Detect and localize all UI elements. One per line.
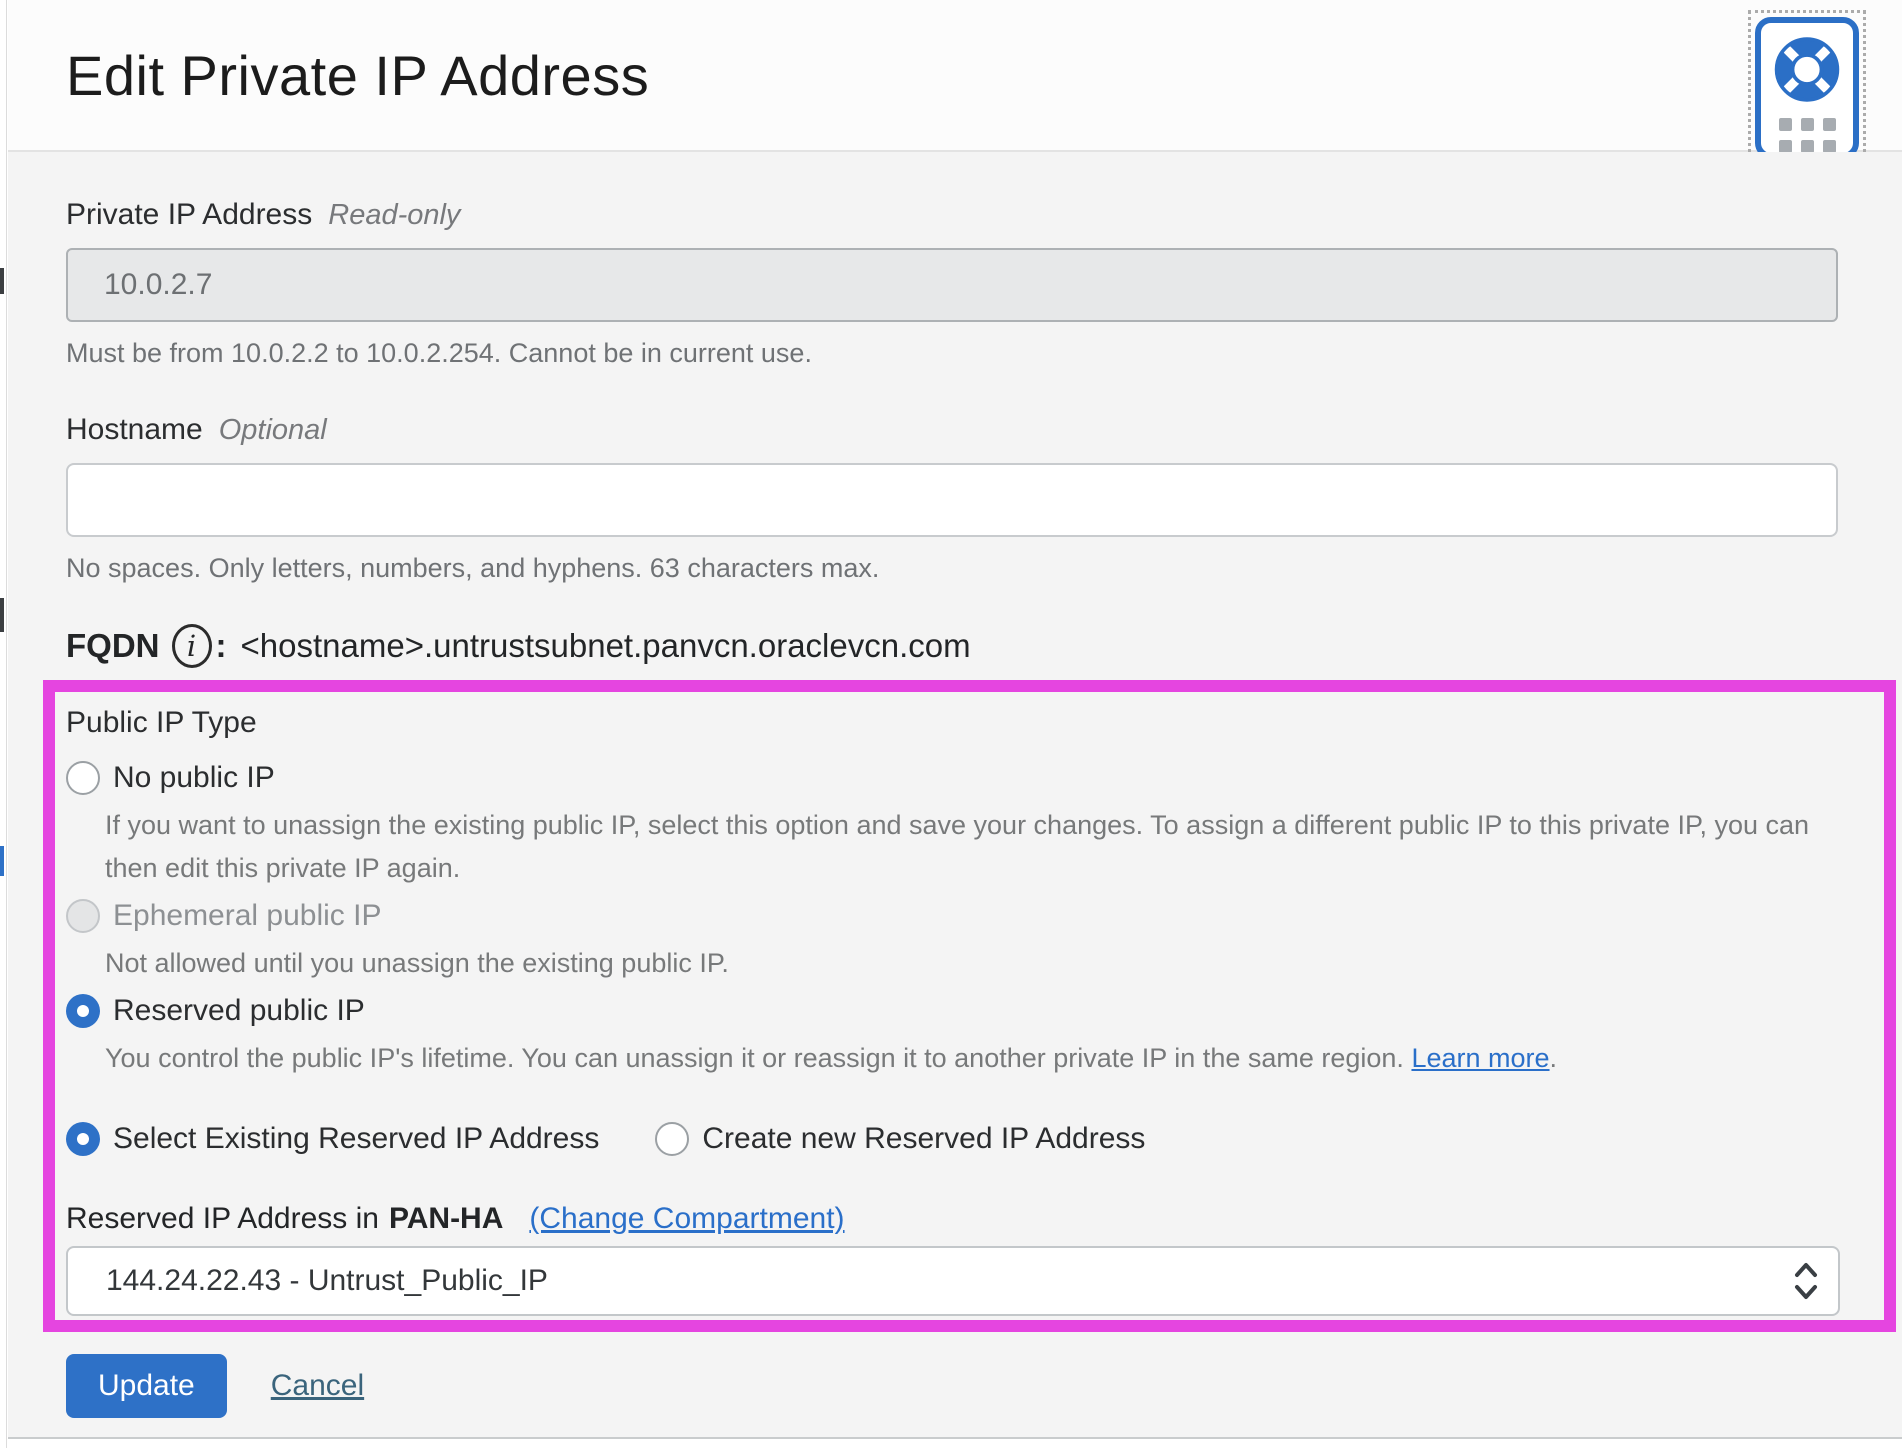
hostname-input[interactable] [66, 463, 1838, 537]
actions-row: Update Cancel [66, 1354, 1838, 1418]
option-label: Ephemeral public IP [113, 899, 381, 933]
reserved-mode-row: Select Existing Reserved IP Address Crea… [66, 1120, 1840, 1158]
radio-ephemeral-public-ip [66, 899, 100, 933]
drag-handle-grid-icon [1779, 118, 1836, 153]
hostname-helper: No spaces. Only letters, numbers, and hy… [66, 553, 1838, 584]
option-label: No public IP [113, 761, 275, 795]
reserved-ip-select[interactable]: 144.24.22.43 - Untrust_Public_IP [66, 1246, 1840, 1316]
private-ip-label-row: Private IP Address Read-only [66, 198, 1838, 234]
radio-no-public-ip[interactable] [66, 761, 100, 795]
fqdn-colon: : [216, 627, 227, 665]
option-create-new: Create new Reserved IP Address [655, 1122, 1145, 1156]
update-button[interactable]: Update [66, 1354, 227, 1418]
hostname-optional-tag: Optional [219, 414, 327, 447]
fqdn-value: <hostname>.untrustsubnet.panvcn.oraclevc… [241, 627, 971, 665]
compartment-name: PAN-HA [389, 1202, 503, 1236]
select-chevrons-icon [1792, 1258, 1820, 1304]
form-body: Private IP Address Read-only Must be fro… [8, 152, 1902, 1437]
reserved-ip-selected-option: 144.24.22.43 - Untrust_Public_IP [106, 1264, 548, 1298]
page-edge-artifact [0, 846, 4, 876]
private-ip-label: Private IP Address [66, 198, 312, 232]
option-label: Create new Reserved IP Address [702, 1122, 1145, 1156]
radio-reserved-public-ip[interactable] [66, 994, 100, 1028]
hostname-label-row: Hostname Optional [66, 413, 1838, 449]
public-ip-highlight-box: Public IP Type No public IP If you want … [43, 680, 1896, 1332]
page-edge-artifact [0, 598, 4, 632]
option-no-public-ip: No public IP [66, 760, 1840, 796]
help-widget[interactable] [1748, 10, 1866, 166]
hostname-label: Hostname [66, 413, 203, 447]
option-reserved-public-ip: Reserved public IP [66, 993, 1840, 1029]
radio-select-existing-reserved-ip[interactable] [66, 1122, 100, 1156]
footer-divider [8, 1437, 1902, 1439]
private-ip-helper: Must be from 10.0.2.2 to 10.0.2.254. Can… [66, 338, 1838, 369]
private-ip-input [66, 248, 1838, 322]
reserved-ip-label: Reserved IP Address in [66, 1202, 379, 1236]
radio-create-new-reserved-ip[interactable] [655, 1122, 689, 1156]
info-icon[interactable]: i [172, 624, 212, 668]
reserved-ip-label-row: Reserved IP Address in PAN-HA (Change Co… [66, 1202, 1840, 1238]
learn-more-link[interactable]: Learn more [1411, 1043, 1549, 1073]
option-select-existing: Select Existing Reserved IP Address [66, 1122, 599, 1156]
page-title: Edit Private IP Address [66, 43, 649, 108]
life-ring-icon [1770, 33, 1844, 106]
edit-private-ip-panel: Edit Private IP Address Private IP Addre… [8, 0, 1902, 1448]
fqdn-row: FQDN i : <hostname>.untrustsubnet.panvcn… [66, 624, 1838, 668]
fqdn-label: FQDN [66, 627, 160, 665]
panel-header: Edit Private IP Address [8, 0, 1902, 152]
option-label: Reserved public IP [113, 994, 365, 1028]
option-description-period: . [1550, 1043, 1558, 1073]
option-description: If you want to unassign the existing pub… [105, 804, 1840, 890]
public-ip-type-label: Public IP Type [66, 706, 1840, 740]
background-page-sliver [0, 0, 7, 1448]
option-description: You control the public IP's lifetime. Yo… [105, 1037, 1840, 1080]
help-card [1755, 17, 1859, 159]
option-description-text: You control the public IP's lifetime. Yo… [105, 1043, 1404, 1073]
option-ephemeral-public-ip: Ephemeral public IP [66, 898, 1840, 934]
change-compartment-link[interactable]: (Change Compartment) [529, 1202, 844, 1236]
option-description: Not allowed until you unassign the exist… [105, 942, 1840, 985]
option-label: Select Existing Reserved IP Address [113, 1122, 599, 1156]
page-edge-artifact [0, 268, 4, 294]
cancel-link[interactable]: Cancel [271, 1369, 364, 1403]
private-ip-readonly-tag: Read-only [328, 199, 460, 232]
